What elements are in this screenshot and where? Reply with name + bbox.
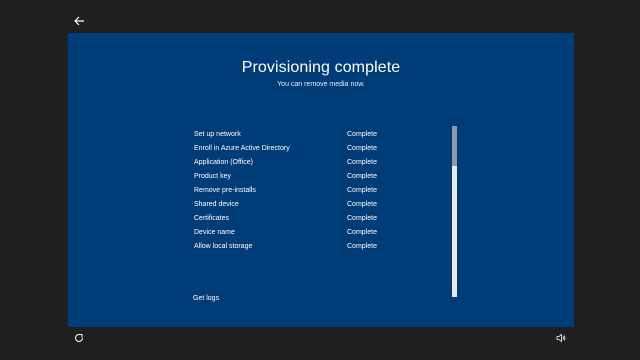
item-status: Complete xyxy=(347,242,377,250)
list-item: Allow local storage Complete xyxy=(194,239,414,253)
list-item: Set up network Complete xyxy=(194,127,414,141)
provisioning-panel: Provisioning complete You can remove med… xyxy=(68,33,574,327)
item-status: Complete xyxy=(347,186,377,194)
item-status: Complete xyxy=(347,200,377,208)
status-list: Set up network Complete Enroll in Azure … xyxy=(194,127,414,253)
item-label: Set up network xyxy=(194,130,241,138)
item-label: Device name xyxy=(194,228,235,236)
scrollbar-thumb[interactable] xyxy=(452,126,457,166)
list-item: Enroll in Azure Active Directory Complet… xyxy=(194,141,414,155)
volume-icon xyxy=(556,333,566,343)
item-status: Complete xyxy=(347,214,377,222)
list-item: Device name Complete xyxy=(194,225,414,239)
page-subtitle: You can remove media now. xyxy=(277,81,365,88)
get-logs-link[interactable]: Get logs xyxy=(193,295,219,302)
item-label: Shared device xyxy=(194,200,239,208)
back-arrow-icon xyxy=(74,16,84,26)
list-item: Certificates Complete xyxy=(194,211,414,225)
list-item: Remove pre-installs Complete xyxy=(194,183,414,197)
volume-button[interactable] xyxy=(555,332,567,344)
item-label: Remove pre-installs xyxy=(194,186,256,194)
item-status: Complete xyxy=(347,130,377,138)
item-status: Complete xyxy=(347,144,377,152)
item-label: Application (Office) xyxy=(194,158,254,166)
item-status: Complete xyxy=(347,158,377,166)
list-scrollbar[interactable] xyxy=(452,126,457,297)
ease-of-access-icon xyxy=(75,334,83,342)
item-label: Enroll in Azure Active Directory xyxy=(194,144,290,152)
page-title: Provisioning complete xyxy=(241,59,401,76)
item-status: Complete xyxy=(347,228,377,236)
back-button[interactable] xyxy=(70,12,88,30)
item-status: Complete xyxy=(347,172,377,180)
list-item: Product key Complete xyxy=(194,169,414,183)
item-label: Allow local storage xyxy=(194,242,253,250)
ease-of-access-button[interactable] xyxy=(73,332,85,344)
item-label: Product key xyxy=(194,172,231,180)
list-item: Shared device Complete xyxy=(194,197,414,211)
item-label: Certificates xyxy=(194,214,230,222)
list-item: Application (Office) Complete xyxy=(194,155,414,169)
